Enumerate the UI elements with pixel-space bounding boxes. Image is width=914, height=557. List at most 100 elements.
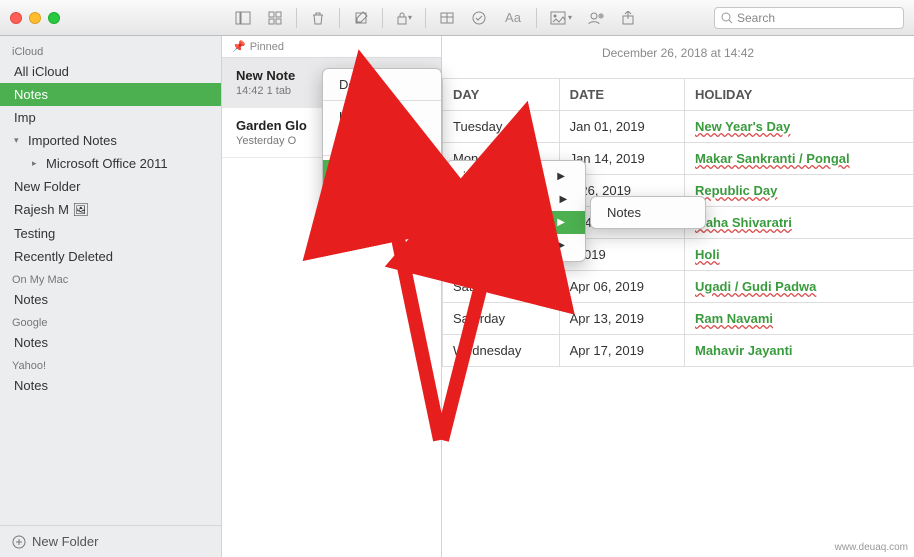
collaborate-button[interactable]	[581, 6, 611, 30]
holiday-link[interactable]: Ram Navami	[695, 311, 773, 326]
col-day: DAY	[443, 79, 560, 111]
context-menu: Delete Unpin NoteLock Note Move to▶ New te	[322, 68, 442, 220]
sidebar-item[interactable]: Notes	[0, 331, 221, 354]
sidebar-item[interactable]: Notes	[0, 83, 221, 106]
menu-item-label: New te	[339, 196, 379, 211]
watermark: www.deuaq.com	[835, 542, 908, 553]
share-button[interactable]	[613, 6, 643, 30]
format-button[interactable]: Aa	[496, 6, 530, 30]
new-folder-button[interactable]: New Folder	[0, 525, 221, 557]
sidebar-item-label: Notes	[14, 87, 48, 102]
chevron-right-icon: ▶	[557, 240, 565, 251]
minimize-window-button[interactable]	[29, 12, 41, 24]
menu-item[interactable]: iCloud ▶	[447, 165, 585, 188]
menu-item-label: Google	[463, 215, 505, 230]
col-date: DATE	[559, 79, 684, 111]
cell-holiday: Mahavir Jayanti	[685, 335, 914, 367]
sidebar-item[interactable]: Recently Deleted	[0, 245, 221, 268]
cell-day: Tuesday	[443, 111, 560, 143]
menu-separator	[323, 100, 441, 101]
pinned-label: Pinned	[250, 41, 284, 53]
menu-item-label: iCloud	[463, 169, 500, 184]
cell-day: Saturday	[443, 303, 560, 335]
menu-item[interactable]: On My Mac▶	[447, 188, 585, 211]
sidebar-item[interactable]: Notes	[0, 374, 221, 397]
sidebar-section-title: Yahoo!	[0, 354, 221, 374]
sidebar-item-label: Imported Notes	[28, 133, 117, 148]
menu-item[interactable]: Unpin Note	[323, 105, 441, 128]
checklist-button[interactable]	[464, 6, 494, 30]
holiday-link[interactable]: Makar Sankranti / Pongal	[695, 151, 850, 166]
sidebar-item[interactable]: Rajesh M 🖼	[0, 198, 221, 222]
sidebar-section-title: iCloud	[0, 40, 221, 60]
trash-button[interactable]	[303, 6, 333, 30]
sidebar-item-label: Rajesh M 🖼	[14, 202, 89, 218]
cell-holiday: Ugadi / Gudi Padwa	[685, 271, 914, 303]
sidebar-item-label: Imp	[14, 110, 36, 125]
move-to-submenu: iCloud ▶ On My Mac▶Google▶ Yahoo! ▶	[446, 160, 586, 262]
cell-holiday: Republic Day	[685, 175, 914, 207]
sidebar-item-label: Testing	[14, 226, 55, 241]
table-row: TuesdayJan 01, 2019 New Year's Day	[443, 111, 914, 143]
media-button[interactable]: ▾	[543, 6, 579, 30]
plus-circle-icon	[12, 535, 26, 549]
menu-item-label: Delete	[339, 77, 377, 92]
cell-date: Jan 01, 2019	[559, 111, 684, 143]
search-placeholder: Search	[737, 11, 775, 25]
sidebar-item[interactable]: ▾ Imported Notes	[0, 129, 221, 152]
chevron-right-icon: ▶	[557, 171, 565, 182]
menu-item[interactable]: Delete	[323, 73, 441, 96]
toolbar: ▾ Aa ▾	[228, 6, 643, 30]
cell-holiday: Ram Navami	[685, 303, 914, 335]
list-view-button[interactable]	[228, 6, 258, 30]
disclosure-icon: ▸	[32, 158, 42, 169]
window-controls	[10, 12, 60, 24]
compose-button[interactable]	[346, 6, 376, 30]
holiday-link[interactable]: Maha Shivaratri	[695, 215, 792, 230]
lock-button[interactable]: ▾	[389, 6, 419, 30]
sidebar-item[interactable]: Imp	[0, 106, 221, 129]
close-window-button[interactable]	[10, 12, 22, 24]
sidebar-item-label: Notes	[14, 335, 48, 350]
disclosure-icon: ▾	[14, 135, 24, 146]
menu-item-label: Notes	[607, 205, 641, 220]
menu-item[interactable]: Yahoo! ▶	[447, 234, 585, 257]
fullscreen-window-button[interactable]	[48, 12, 60, 24]
sidebar-item-label: Recently Deleted	[14, 249, 113, 264]
cell-holiday: Holi	[685, 239, 914, 271]
holiday-link[interactable]: Holi	[695, 247, 720, 262]
holiday-link[interactable]: New Year's Day	[695, 119, 790, 134]
pinned-header: 📌 Pinned	[222, 36, 441, 58]
sidebar-item[interactable]: ▸ Microsoft Office 2011	[0, 152, 221, 175]
google-submenu: Notes	[590, 196, 706, 229]
menu-item-label: On My Mac	[463, 192, 529, 207]
holiday-link[interactable]: Ugadi / Gudi Padwa	[695, 279, 816, 294]
col-holiday: HOLIDAY	[685, 79, 914, 111]
main-area: iCloudAll iCloudNotesImp▾Imported Notes▸…	[0, 36, 914, 557]
note-date: December 26, 2018 at 14:42	[442, 36, 914, 78]
sidebar-item[interactable]: All iCloud	[0, 60, 221, 83]
menu-item-label: Yahoo!	[463, 238, 503, 253]
sidebar-item-label: Microsoft Office 2011	[46, 156, 168, 171]
menu-item[interactable]: Notes	[591, 201, 705, 224]
note-content: December 26, 2018 at 14:42 DAY DATE HOLI…	[442, 36, 914, 557]
table-button[interactable]	[432, 6, 462, 30]
menu-item[interactable]: Move to▶	[323, 160, 441, 183]
cell-holiday: New Year's Day	[685, 111, 914, 143]
sidebar-section-title: On My Mac	[0, 268, 221, 288]
grid-view-button[interactable]	[260, 6, 290, 30]
cell-date: Apr 17, 2019	[559, 335, 684, 367]
menu-item[interactable]: Lock Note	[323, 128, 441, 151]
search-input[interactable]: Search	[714, 7, 904, 29]
sidebar-item[interactable]: Notes	[0, 288, 221, 311]
chevron-right-icon: ▶	[415, 166, 423, 177]
cell-day: Saturday	[443, 271, 560, 303]
holiday-link[interactable]: Republic Day	[695, 183, 777, 198]
sidebar: iCloudAll iCloud Notes Imp ▾ Imported Notes ▸…	[0, 36, 222, 557]
table-row: SaturdayApr 06, 2019Ugadi / Gudi Padwa	[443, 271, 914, 303]
sidebar-item[interactable]: Testing	[0, 222, 221, 245]
menu-item[interactable]: Google▶	[447, 211, 585, 234]
menu-item[interactable]: New te	[323, 192, 441, 215]
new-folder-label: New Folder	[32, 534, 98, 549]
sidebar-item[interactable]: New Folder	[0, 175, 221, 198]
